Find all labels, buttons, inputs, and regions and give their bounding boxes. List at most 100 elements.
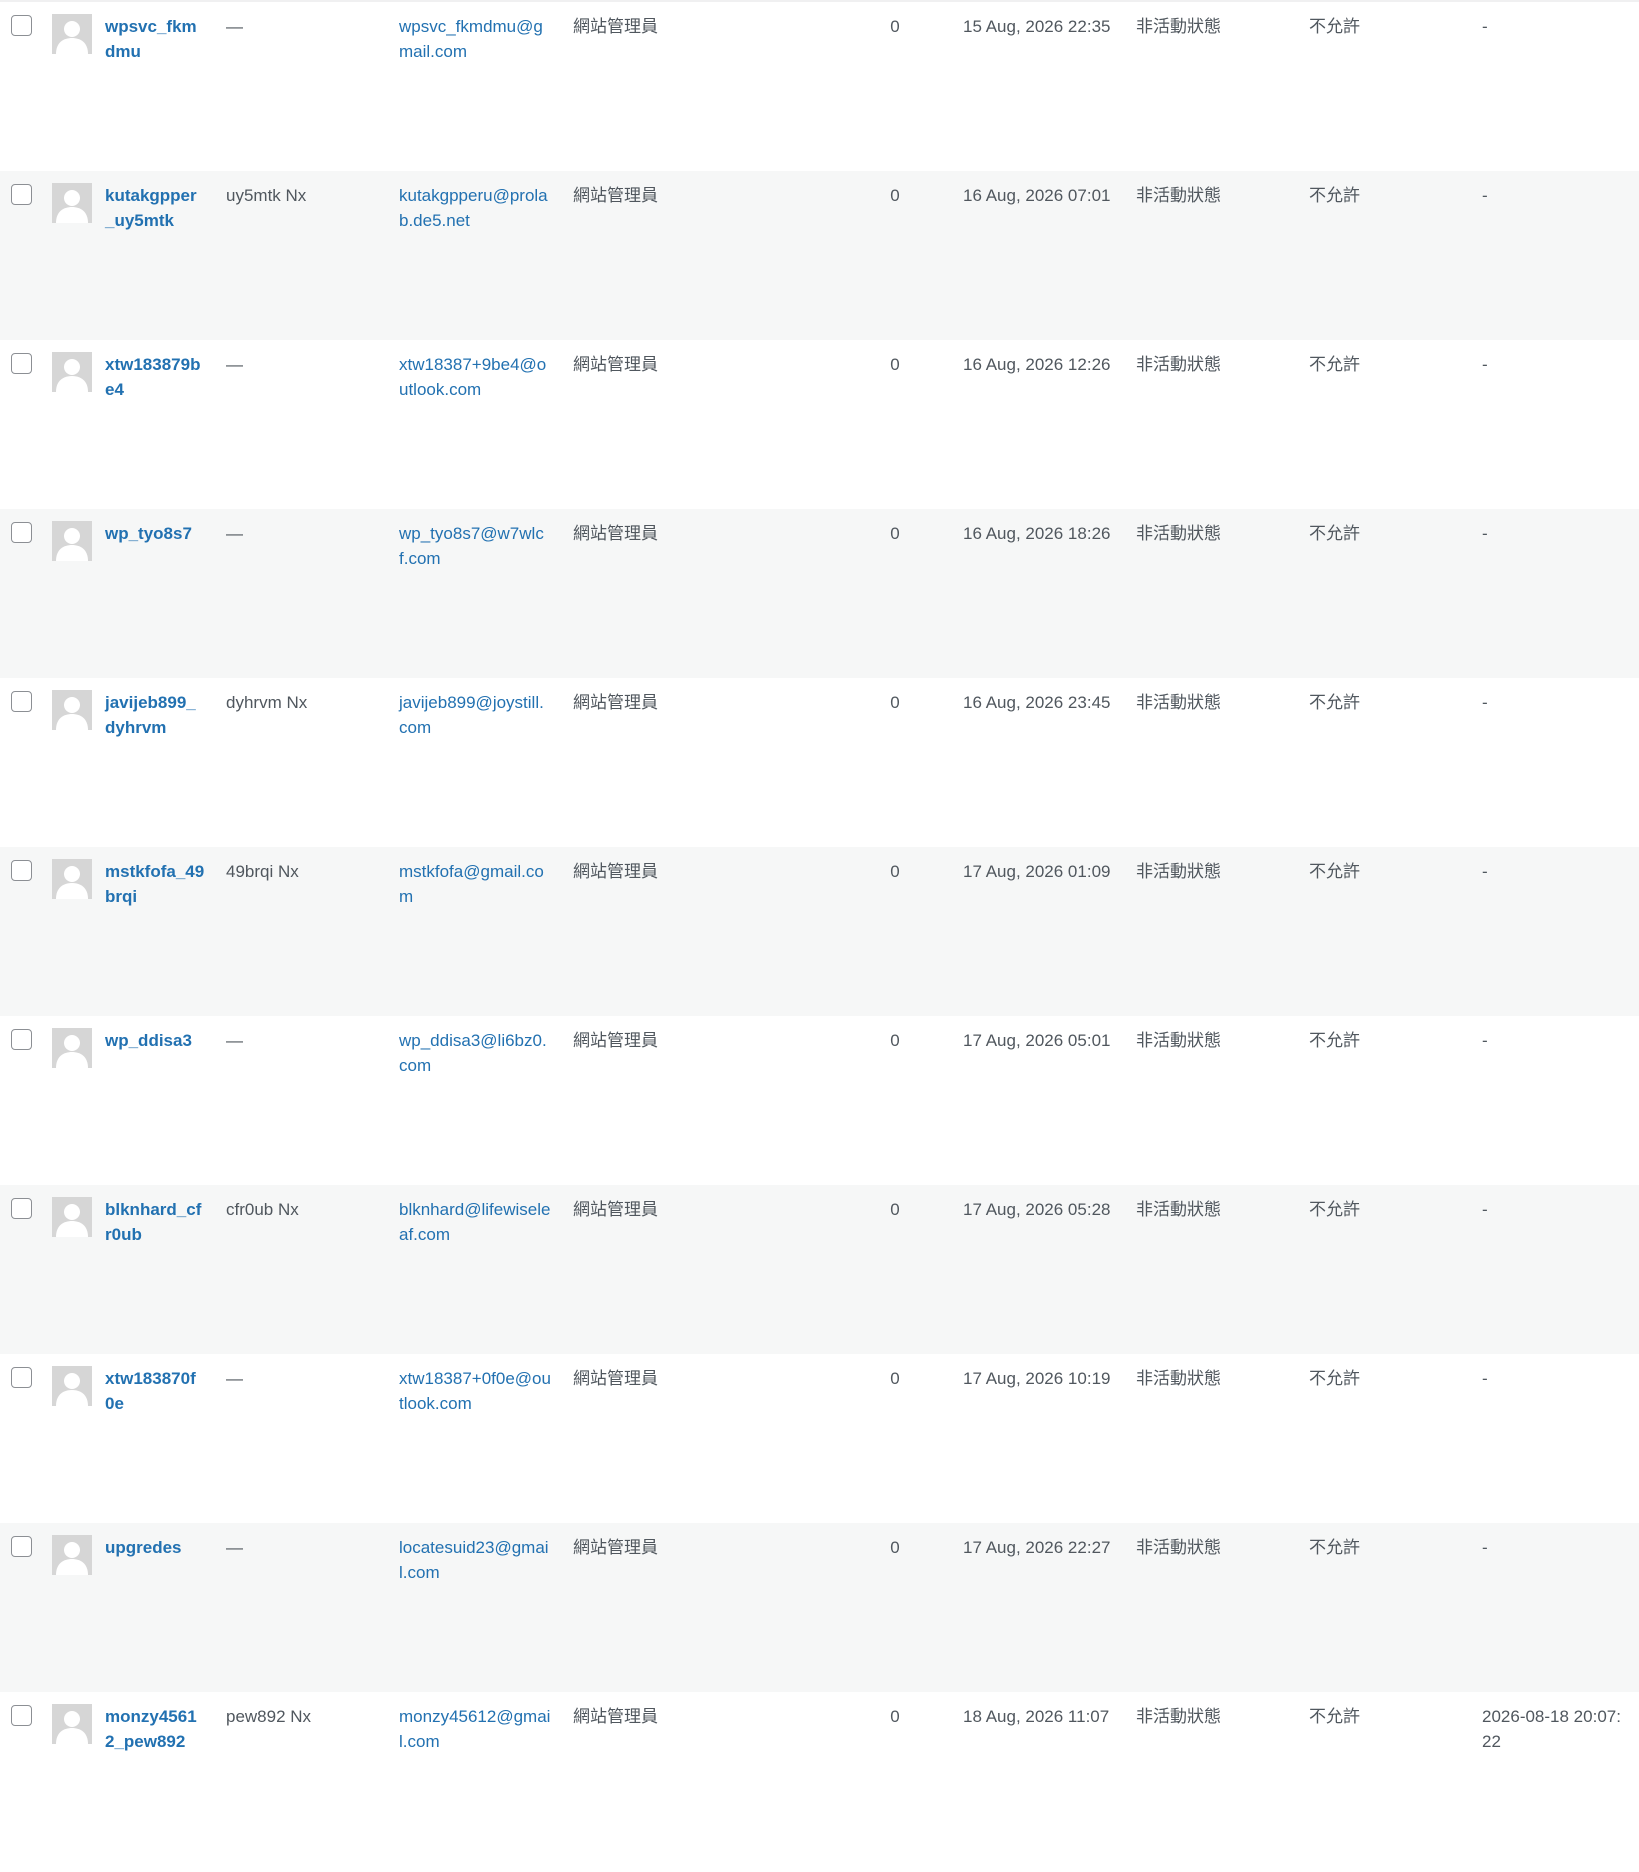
table-row: mstkfofa_49brqi 49brqi Nx mstkfofa@gmail… [0,847,1639,1016]
permission-status: 不允許 [1309,1707,1360,1726]
table-row: xtw183879be4 — xtw18387+9be4@outlook.com… [0,340,1639,509]
permission-status: 不允許 [1309,17,1360,36]
posts-count[interactable]: 0 [880,521,910,546]
permission-status: 不允許 [1309,186,1360,205]
row-select-checkbox[interactable] [11,1029,32,1050]
permission-status: 不允許 [1309,1200,1360,1219]
activity-status: 非活動狀態 [1136,524,1221,543]
registered-date: 17 Aug, 2026 05:01 [963,1031,1111,1050]
email-link[interactable]: javijeb899@joystill.com [399,690,551,740]
posts-count[interactable]: 0 [880,1704,910,1729]
username-link[interactable]: javijeb899_dyhrvm [105,690,205,740]
user-display-name: uy5mtk Nx [226,186,307,205]
username-link[interactable]: upgredes [105,1535,205,1560]
email-link[interactable]: kutakgpperu@prolab.de5.net [399,183,551,233]
table-row: xtw183870f0e — xtw18387+0f0e@outlook.com… [0,1354,1639,1523]
email-link[interactable]: locatesuid23@gmail.com [399,1535,551,1585]
row-select-checkbox[interactable] [11,1705,32,1726]
row-select-checkbox[interactable] [11,691,32,712]
posts-count[interactable]: 0 [880,1535,910,1560]
row-select-checkbox[interactable] [11,1367,32,1388]
user-display-name: — [226,1369,243,1388]
avatar [52,352,92,392]
username-link[interactable]: monzy45612_pew892 [105,1704,205,1754]
registered-date: 17 Aug, 2026 10:19 [963,1369,1111,1388]
row-select-checkbox[interactable] [11,353,32,374]
posts-count[interactable]: 0 [880,859,910,884]
user-role: 網站管理員 [573,1369,658,1388]
avatar [52,521,92,561]
username-link[interactable]: xtw183870f0e [105,1366,205,1416]
email-link[interactable]: xtw18387+9be4@outlook.com [399,352,551,402]
registered-date: 17 Aug, 2026 01:09 [963,862,1111,881]
email-link[interactable]: wp_tyo8s7@w7wlcf.com [399,521,551,571]
user-display-name: dyhrvm Nx [226,693,308,712]
activity-status: 非活動狀態 [1136,1031,1221,1050]
last-login: - [1482,186,1488,205]
default-avatar-icon [52,1535,92,1575]
last-login: - [1482,1538,1488,1557]
user-display-name: — [226,355,243,374]
email-link[interactable]: monzy45612@gmail.com [399,1704,551,1754]
row-select-checkbox[interactable] [11,15,32,36]
email-link[interactable]: mstkfofa@gmail.com [399,859,551,909]
permission-status: 不允許 [1309,355,1360,374]
username-link[interactable]: wp_tyo8s7 [105,521,205,546]
email-link[interactable]: blknhard@lifewiseleaf.com [399,1197,551,1247]
posts-count[interactable]: 0 [880,14,910,39]
last-login: - [1482,693,1488,712]
user-display-name: pew892 Nx [226,1707,312,1726]
permission-status: 不允許 [1309,1538,1360,1557]
registered-date: 18 Aug, 2026 11:07 [963,1707,1110,1726]
posts-count[interactable]: 0 [880,690,910,715]
activity-status: 非活動狀態 [1136,862,1221,881]
avatar [52,1028,92,1068]
user-display-name: — [226,524,243,543]
default-avatar-icon [52,14,92,54]
user-role: 網站管理員 [573,186,658,205]
row-select-checkbox[interactable] [11,184,32,205]
row-select-checkbox[interactable] [11,1536,32,1557]
user-display-name: 49brqi Nx [226,862,299,881]
registered-date: 15 Aug, 2026 22:35 [963,17,1111,36]
table-row: wp_ddisa3 — wp_ddisa3@li6bz0.com 網站管理員 0… [0,1016,1639,1185]
username-link[interactable]: kutakgpper_uy5mtk [105,183,205,233]
row-select-checkbox[interactable] [11,1198,32,1219]
last-login: - [1482,355,1488,374]
posts-count[interactable]: 0 [880,1028,910,1053]
table-row: javijeb899_dyhrvm dyhrvm Nx javijeb899@j… [0,678,1639,847]
user-role: 網站管理員 [573,693,658,712]
username-link[interactable]: wp_ddisa3 [105,1028,205,1053]
table-row: blknhard_cfr0ub cfr0ub Nx blknhard@lifew… [0,1185,1639,1354]
table-row: upgredes — locatesuid23@gmail.com 網站管理員 … [0,1523,1639,1692]
posts-count[interactable]: 0 [880,1366,910,1391]
username-link[interactable]: blknhard_cfr0ub [105,1197,205,1247]
table-row: wp_tyo8s7 — wp_tyo8s7@w7wlcf.com 網站管理員 0… [0,509,1639,678]
row-select-checkbox[interactable] [11,860,32,881]
activity-status: 非活動狀態 [1136,1369,1221,1388]
registered-date: 16 Aug, 2026 23:45 [963,693,1111,712]
posts-count[interactable]: 0 [880,183,910,208]
permission-status: 不允許 [1309,524,1360,543]
posts-count[interactable]: 0 [880,352,910,377]
username-link[interactable]: mstkfofa_49brqi [105,859,205,909]
default-avatar-icon [52,521,92,561]
user-display-name: cfr0ub Nx [226,1200,299,1219]
email-link[interactable]: wp_ddisa3@li6bz0.com [399,1028,551,1078]
posts-count[interactable]: 0 [880,1197,910,1222]
default-avatar-icon [52,1366,92,1406]
username-link[interactable]: wpsvc_fkmdmu [105,14,205,64]
registered-date: 17 Aug, 2026 22:27 [963,1538,1111,1557]
user-role: 網站管理員 [573,1200,658,1219]
user-display-name: — [226,1031,243,1050]
email-link[interactable]: xtw18387+0f0e@outlook.com [399,1366,551,1416]
username-link[interactable]: xtw183879be4 [105,352,205,402]
email-link[interactable]: wpsvc_fkmdmu@gmail.com [399,14,551,64]
row-select-checkbox[interactable] [11,522,32,543]
table-row: wpsvc_fkmdmu — wpsvc_fkmdmu@gmail.com 網站… [0,2,1639,171]
user-display-name: — [226,17,243,36]
avatar [52,1535,92,1575]
permission-status: 不允許 [1309,1369,1360,1388]
registered-date: 16 Aug, 2026 18:26 [963,524,1111,543]
registered-date: 16 Aug, 2026 12:26 [963,355,1111,374]
